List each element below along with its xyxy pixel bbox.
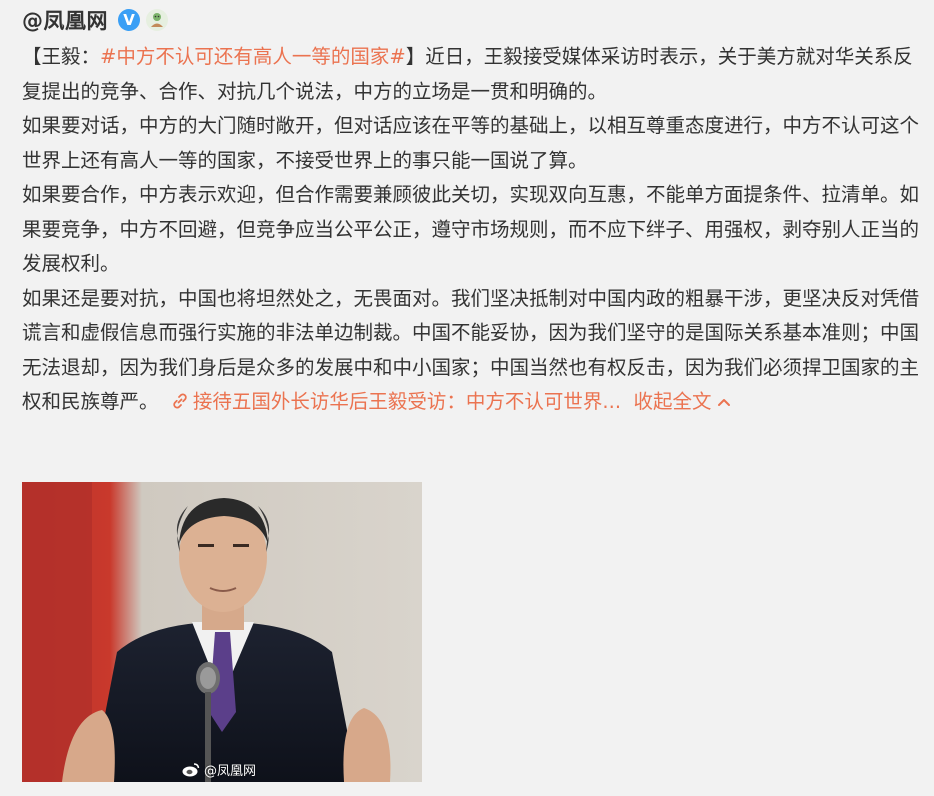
verified-v-icon[interactable]: V <box>118 9 140 31</box>
watermark-text: @凤凰网 <box>204 764 257 779</box>
member-avatar-icon[interactable] <box>146 9 168 31</box>
post-header: @凤凰网 V <box>22 6 168 34</box>
weibo-post: @凤凰网 V 【王毅：#中方不认可还有高人一等的国家#】近日，王毅接受媒体采访时… <box>0 0 934 796</box>
article-link-text: 接待五国外长访华后王毅受访：中方不认可世界... <box>192 390 622 413</box>
paragraph-3: 如果要合作，中方表示欢迎，但合作需要兼顾彼此关切，实现双向互惠，不能单方面提条件… <box>22 183 920 275</box>
paragraph-4: 如果还是要对抗，中国也将坦然处之，无畏面对。我们坚决抵制对中国内政的粗暴干涉，更… <box>22 282 920 420</box>
paragraph-2: 如果要对话，中方的大门随时敞开，但对话应该在平等的基础上，以相互尊重态度进行，中… <box>22 114 920 172</box>
collapse-button[interactable]: 收起全文 <box>633 390 731 413</box>
image-watermark: @凤凰网 <box>182 760 256 779</box>
link-icon <box>173 393 187 409</box>
topic-hashtag-link[interactable]: #中方不认可还有高人一等的国家# <box>100 45 406 68</box>
post-content: 【王毅：#中方不认可还有高人一等的国家#】近日，王毅接受媒体采访时表示，关于美方… <box>22 40 920 420</box>
paragraph-1: 【王毅：#中方不认可还有高人一等的国家#】近日，王毅接受媒体采访时表示，关于美方… <box>22 40 920 109</box>
weibo-logo-icon <box>182 763 200 777</box>
speaker-photo-illustration <box>22 482 422 782</box>
chevron-up-icon <box>718 399 731 406</box>
author-name[interactable]: @凤凰网 <box>22 5 108 35</box>
open-bracket: 【王毅： <box>22 45 101 68</box>
collapse-label: 收起全文 <box>633 390 712 413</box>
post-image[interactable] <box>22 482 422 782</box>
article-link[interactable]: 接待五国外长访华后王毅受访：中方不认可世界... <box>171 390 621 413</box>
